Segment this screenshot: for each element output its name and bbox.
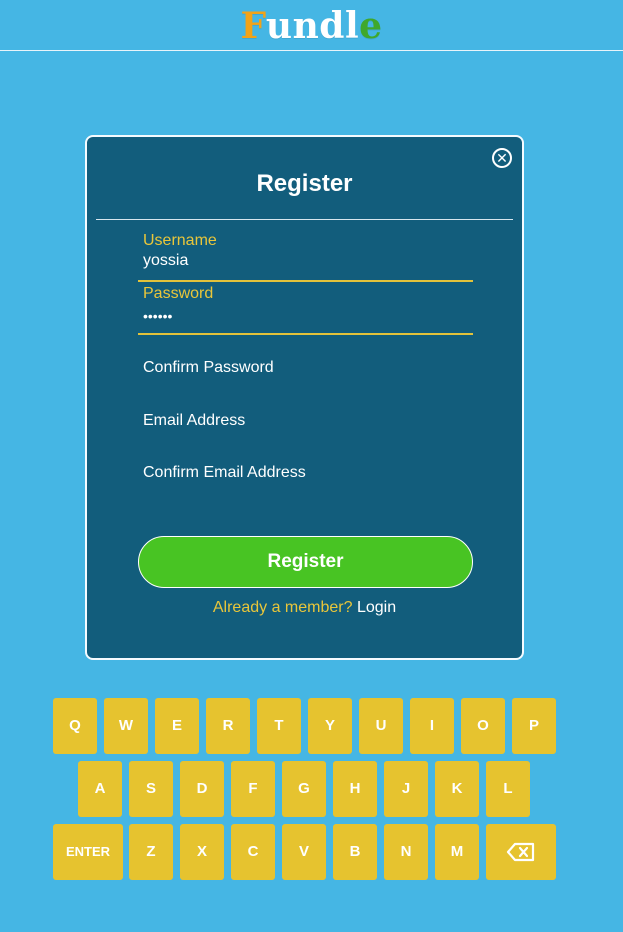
username-field[interactable]: Username yossia [138, 232, 473, 282]
key-k[interactable]: K [435, 761, 479, 817]
password-value[interactable]: •••••• [138, 308, 473, 324]
key-e[interactable]: E [155, 698, 199, 754]
key-r[interactable]: R [206, 698, 250, 754]
password-field[interactable]: Password •••••• [138, 285, 473, 335]
key-c[interactable]: C [231, 824, 275, 880]
key-j[interactable]: J [384, 761, 428, 817]
logo-letter: u [265, 5, 293, 47]
password-label: Password [143, 285, 214, 302]
confirm-email-field[interactable]: Confirm Email Address [143, 464, 463, 482]
fundle-logo: Fundle [0, 3, 623, 49]
logo-letter: l [344, 5, 360, 47]
email-field[interactable]: Email Address [143, 412, 463, 430]
backspace-icon [506, 842, 535, 862]
key-n[interactable]: N [384, 824, 428, 880]
logo-letter: d [319, 5, 345, 47]
key-o[interactable]: O [461, 698, 505, 754]
username-value[interactable]: yossia [138, 252, 473, 270]
logo-letter: e [359, 5, 383, 47]
key-t[interactable]: T [257, 698, 301, 754]
login-link[interactable]: Login [357, 599, 396, 616]
key-b[interactable]: B [333, 824, 377, 880]
username-underline [138, 280, 473, 282]
top-header: Fundle [0, 0, 623, 51]
logo-letter: F [240, 5, 266, 47]
key-m[interactable]: M [435, 824, 479, 880]
key-y[interactable]: Y [308, 698, 352, 754]
key-z[interactable]: Z [129, 824, 173, 880]
password-underline [138, 333, 473, 335]
login-prompt: Already a member? Login [87, 599, 522, 617]
key-i[interactable]: I [410, 698, 454, 754]
title-divider [96, 219, 513, 220]
key-h[interactable]: H [333, 761, 377, 817]
key-p[interactable]: P [512, 698, 556, 754]
already-member-text: Already a member? [212, 599, 353, 616]
key-u[interactable]: U [359, 698, 403, 754]
username-label: Username [143, 232, 217, 249]
key-s[interactable]: S [129, 761, 173, 817]
key-l[interactable]: L [486, 761, 530, 817]
key-v[interactable]: V [282, 824, 326, 880]
key-f[interactable]: F [231, 761, 275, 817]
key-w[interactable]: W [104, 698, 148, 754]
key-a[interactable]: A [78, 761, 122, 817]
key-x[interactable]: X [180, 824, 224, 880]
modal-title: Register [256, 170, 353, 197]
backspace-key[interactable] [486, 824, 556, 880]
key-q[interactable]: Q [53, 698, 97, 754]
close-icon[interactable]: ✕ [492, 148, 512, 168]
register-button[interactable]: Register [138, 536, 473, 588]
key-g[interactable]: G [282, 761, 326, 817]
logo-letter: n [292, 5, 320, 47]
enter-key[interactable]: ENTER [53, 824, 123, 880]
register-modal: ✕ Register Username yossia Password ••••… [85, 135, 524, 660]
key-d[interactable]: D [180, 761, 224, 817]
confirm-password-field[interactable]: Confirm Password [143, 359, 463, 377]
